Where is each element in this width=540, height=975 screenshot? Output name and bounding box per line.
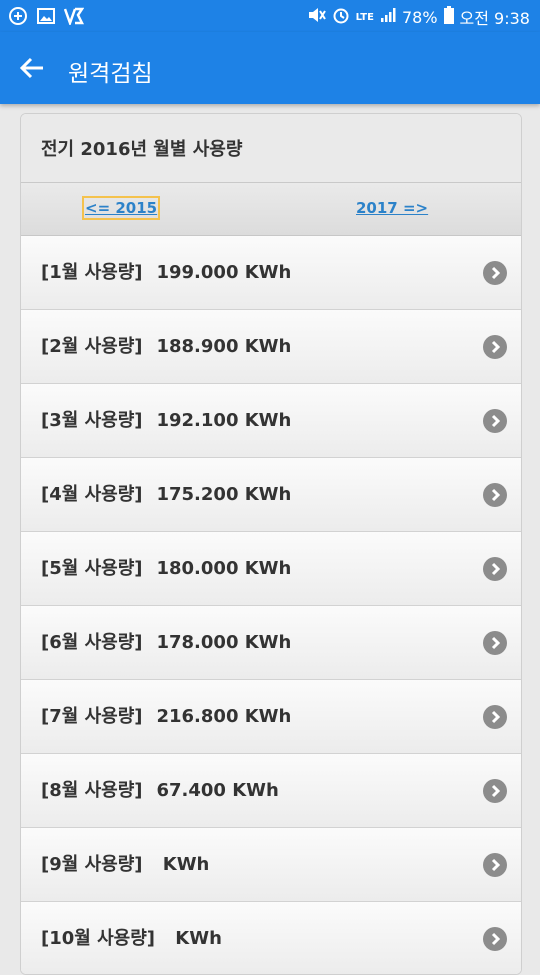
chevron-right-icon (483, 335, 507, 359)
chevron-right-icon (483, 557, 507, 581)
usage-card: 전기 2016년 월별 사용량 <= 2015 2017 => [1월 사용량]… (20, 113, 522, 975)
month-usage: 67.400 KWh (156, 780, 279, 801)
month-label: [6월 사용량] (41, 632, 143, 653)
chevron-right-icon (483, 483, 507, 507)
chevron-right-icon (483, 705, 507, 729)
month-usage: 216.800 KWh (156, 706, 292, 727)
month-row-3[interactable]: [3월 사용량] 192.100 KWh (21, 384, 521, 458)
page-title: 원격검침 (68, 61, 153, 87)
month-row-7[interactable]: [7월 사용량] 216.800 KWh (21, 680, 521, 754)
app-notification-icon (8, 6, 28, 26)
month-row-9[interactable]: [9월 사용량] KWh (21, 828, 521, 902)
image-icon (36, 6, 56, 26)
month-row-8[interactable]: [8월 사용량] 67.400 KWh (21, 754, 521, 828)
month-usage: KWh (156, 854, 210, 875)
month-label: [8월 사용량] (41, 780, 143, 801)
month-usage: 178.000 KWh (156, 632, 292, 653)
month-usage: 175.200 KWh (156, 484, 292, 505)
v3-app-icon (64, 6, 84, 26)
month-row-2[interactable]: [2월 사용량] 188.900 KWh (21, 310, 521, 384)
month-label: [9월 사용량] (41, 854, 143, 875)
month-row-4[interactable]: [4월 사용량] 175.200 KWh (21, 458, 521, 532)
month-usage: 180.000 KWh (156, 558, 292, 579)
chevron-right-icon (483, 779, 507, 803)
arrow-left-icon (19, 57, 43, 79)
status-notification-icons (8, 6, 84, 26)
signal-icon (380, 7, 396, 27)
chevron-right-icon (483, 631, 507, 655)
status-bar: LTE 78% 오전 9:38 (0, 0, 540, 32)
app-bar: 원격검침 (0, 32, 540, 104)
month-label: [1월 사용량] (41, 262, 143, 283)
battery-icon (443, 6, 454, 28)
month-row-5[interactable]: [5월 사용량] 180.000 KWh (21, 532, 521, 606)
month-usage: 192.100 KWh (156, 410, 292, 431)
clock: 오전 9:38 (459, 9, 530, 28)
month-row-1[interactable]: [1월 사용량] 199.000 KWh (21, 236, 521, 310)
next-year-link[interactable]: 2017 => (355, 198, 429, 218)
alarm-icon (332, 6, 350, 28)
lte-label: LTE (355, 11, 374, 23)
battery-percent: 78% (401, 7, 438, 27)
chevron-right-icon (483, 261, 507, 285)
month-row-10[interactable]: [10월 사용량] KWh (21, 902, 521, 974)
month-usage: KWh (169, 928, 222, 949)
prev-year-link[interactable]: <= 2015 (81, 196, 161, 220)
chevron-right-icon (483, 409, 507, 433)
card-header: 전기 2016년 월별 사용량 (21, 114, 521, 183)
chevron-right-icon (483, 927, 507, 951)
month-row-6[interactable]: [6월 사용량] 178.000 KWh (21, 606, 521, 680)
month-label: [4월 사용량] (41, 484, 143, 505)
month-label: [2월 사용량] (41, 336, 143, 357)
chevron-right-icon (483, 853, 507, 877)
month-usage: 188.900 KWh (156, 336, 292, 357)
year-nav: <= 2015 2017 => (21, 183, 521, 236)
month-label: [3월 사용량] (41, 410, 143, 431)
month-label: [7월 사용량] (41, 706, 143, 727)
back-button[interactable] (14, 50, 50, 86)
month-usage: 199.000 KWh (156, 262, 292, 283)
month-label: [5월 사용량] (41, 558, 143, 579)
status-system-icons: LTE 78% 오전 9:38 (306, 5, 530, 29)
month-label: [10월 사용량] (41, 928, 156, 949)
mute-icon (306, 6, 326, 28)
